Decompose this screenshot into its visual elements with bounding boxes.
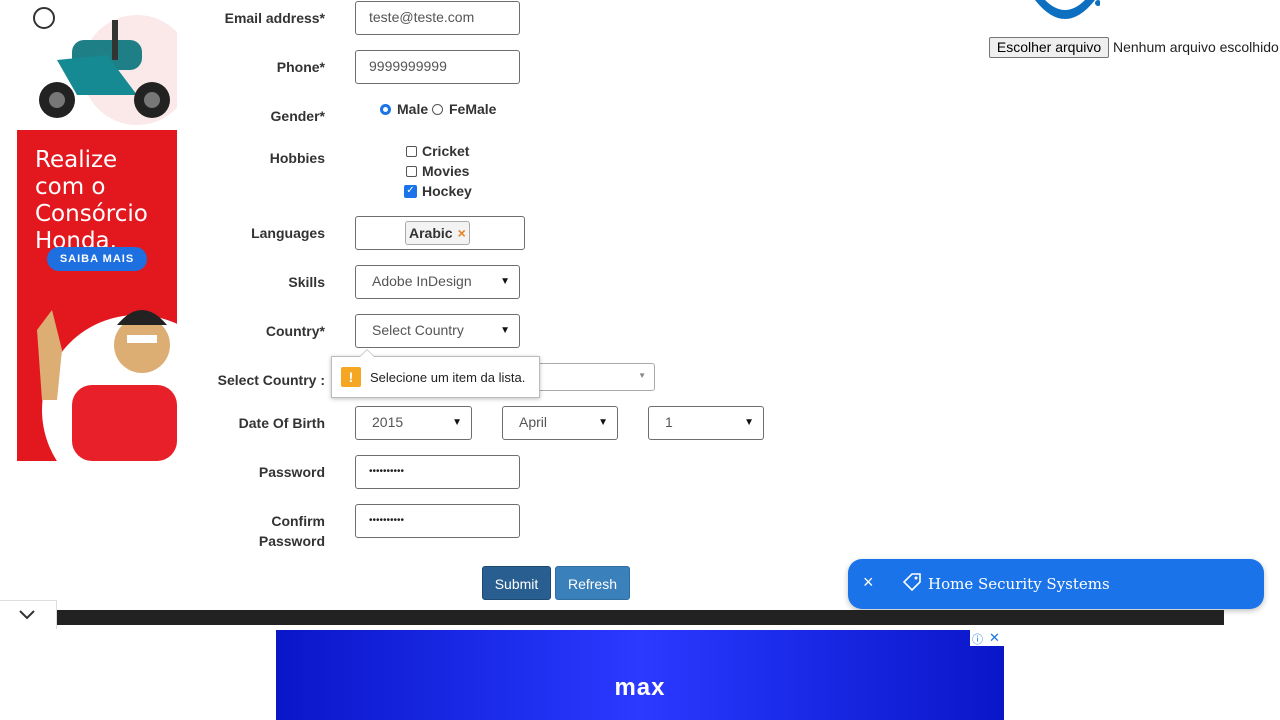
languages-multiselect[interactable]: Arabic × [355,216,525,250]
language-tag-label: Arabic [409,225,453,241]
password-input[interactable]: •••••••••• [355,455,520,489]
gender-male-radio[interactable] [380,104,391,115]
gender-female-label[interactable]: FeMale [449,101,496,117]
chevron-down-icon: ▼ [744,417,754,428]
file-status-text: Nenhum arquivo escolhido [1113,39,1279,55]
ad-headline: Realize com o Consórcio Honda. [35,147,148,254]
dob-month-value: April [519,414,548,430]
phone-input[interactable]: 9999999999 [355,50,520,84]
ad-choices-close-icons[interactable]: ⓘ ✕ [970,630,1004,646]
confirm-password-input[interactable]: •••••••••• [355,504,520,538]
hobby-cricket-label[interactable]: Cricket [422,143,469,159]
skills-label: Skills [288,274,325,290]
hobbies-label: Hobbies [269,150,325,166]
chevron-down-icon: ▼ [452,417,462,428]
submit-button[interactable]: Submit [482,566,551,600]
phone-label: Phone* [276,59,325,75]
confirm-password-label-line1: Confirm [271,513,325,529]
toast-text: Home Security Systems [928,575,1110,593]
skills-selected-value: Adobe InDesign [372,273,472,289]
validation-tooltip: ! Selecione um item da lista. [331,349,540,398]
languages-label: Languages [251,225,325,241]
max-logo: max [614,674,666,701]
dob-day-select[interactable]: 1 ▼ [648,406,764,440]
country-select[interactable]: Select Country ▼ [355,314,520,348]
close-icon[interactable]: × [863,572,874,593]
warning-icon: ! [341,367,361,387]
upload-gear-icon [1030,0,1101,28]
collapse-bar[interactable] [0,600,57,629]
skills-select[interactable]: Adobe InDesign ▼ [355,265,520,299]
country-label: Country* [265,323,325,339]
dob-month-select[interactable]: April ▼ [502,406,618,440]
refresh-button[interactable]: Refresh [555,566,630,600]
gender-male-label[interactable]: Male [397,101,428,117]
adchoices-icon[interactable]: ⓘ [972,631,983,647]
chevron-down-icon: ▼ [598,417,608,428]
hobby-movies-label[interactable]: Movies [422,163,469,179]
chevron-down-icon[interactable] [18,608,36,626]
home-security-toast[interactable]: × Home Security Systems [848,559,1264,609]
password-label: Password [258,464,325,480]
tag-icon [902,573,921,598]
hobby-movies-checkbox[interactable] [406,166,417,177]
email-label: Email address* [224,10,325,26]
close-icon[interactable]: ✕ [989,630,1000,646]
gender-female-radio[interactable] [432,104,443,115]
chevron-down-icon: ▼ [500,276,510,287]
chevron-down-icon: ▼ [500,325,510,336]
ad-cta-button[interactable]: SAIBA MAIS [47,247,147,271]
hobby-hockey-checkbox[interactable]: ✓ [404,185,417,198]
confirm-password-label-line2: Password [258,533,325,549]
hobby-cricket-checkbox[interactable] [406,146,417,157]
dark-footer-bar [57,610,1224,625]
ad-character-illustration [17,290,177,461]
hobby-hockey-label[interactable]: Hockey [422,183,472,199]
bottom-advertisement[interactable]: max [276,630,1004,720]
country-selected-value: Select Country [372,322,464,338]
dob-day-value: 1 [665,414,673,430]
left-advertisement[interactable]: Realize com o Consórcio Honda. SAIBA MAI… [17,0,177,461]
dob-year-select[interactable]: 2015 ▼ [355,406,472,440]
dob-year-value: 2015 [372,414,404,430]
ad-scooter-image [17,0,177,130]
remove-tag-icon[interactable]: × [458,225,466,241]
gender-label: Gender* [270,108,325,124]
validation-message: Selecione um item da lista. [370,370,526,385]
choose-file-button[interactable]: Escolher arquivo [989,37,1109,58]
dropdown-arrow-icon: ▼ [638,371,646,380]
language-tag-arabic: Arabic × [405,221,470,245]
dob-label: Date Of Birth [238,415,325,431]
email-input[interactable]: teste@teste.com [355,1,520,35]
select-country-label: Select Country : [217,372,325,388]
